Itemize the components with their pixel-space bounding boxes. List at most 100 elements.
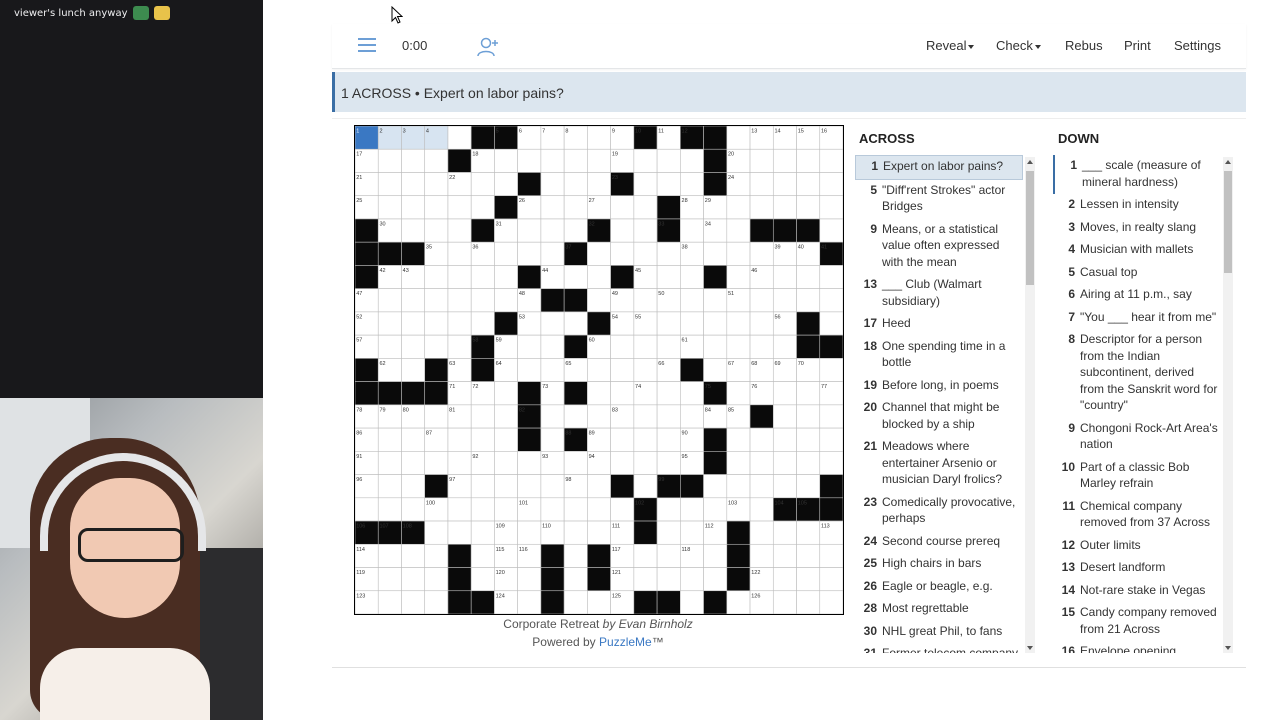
grid-cell[interactable] — [494, 148, 518, 173]
grid-cell[interactable] — [470, 474, 495, 499]
grid-cell[interactable] — [633, 148, 658, 173]
grid-cell[interactable] — [819, 172, 843, 197]
down-clue-12[interactable]: 12 Outer limits — [1053, 535, 1219, 558]
grid-cell[interactable] — [610, 195, 635, 220]
grid-cell[interactable] — [656, 567, 681, 592]
grid-cell[interactable] — [377, 311, 402, 336]
grid-cell[interactable] — [563, 451, 588, 475]
grid-cell[interactable] — [749, 288, 774, 313]
grid-cell[interactable] — [540, 195, 565, 220]
grid-cell[interactable] — [726, 195, 751, 220]
grid-cell[interactable] — [703, 543, 728, 568]
across-clue-31[interactable]: 31 Former telecom company — [855, 643, 1023, 653]
grid-cell[interactable] — [377, 474, 402, 499]
grid-cell[interactable] — [819, 358, 843, 382]
across-clue-9[interactable]: 9 Means, or a statistical value often exp… — [855, 219, 1023, 275]
grid-cell[interactable] — [680, 148, 704, 173]
grid-cell[interactable] — [517, 451, 542, 475]
grid-cell[interactable] — [563, 148, 588, 173]
grid-cell[interactable] — [401, 590, 426, 614]
grid-cell[interactable] — [540, 311, 565, 336]
grid-cell[interactable] — [703, 241, 728, 266]
down-clue-6[interactable]: 6 Airing at 11 p.m., say — [1053, 284, 1219, 307]
grid-cell[interactable] — [772, 334, 797, 359]
grid-cell[interactable] — [377, 543, 402, 568]
grid-cell[interactable] — [772, 474, 797, 499]
grid-cell[interactable] — [656, 311, 681, 336]
grid-cell[interactable] — [610, 358, 635, 382]
across-clue-17[interactable]: 17 Heed — [855, 313, 1023, 336]
grid-cell[interactable] — [680, 288, 704, 313]
grid-cell[interactable] — [494, 172, 518, 197]
down-clue-8[interactable]: 8 Descriptor for a person from the Indian… — [1053, 329, 1219, 418]
grid-cell[interactable] — [819, 195, 843, 220]
grid-cell[interactable] — [494, 381, 518, 406]
grid-cell[interactable] — [587, 148, 611, 173]
grid-cell[interactable] — [772, 404, 797, 429]
grid-cell[interactable] — [703, 288, 728, 313]
across-clue-5[interactable]: 5 "Diff'rent Strokes" actor Bridges — [855, 180, 1023, 219]
check-menu-button[interactable]: Check — [996, 38, 1041, 53]
crossword-grid[interactable]: 1 2 3 4 5 6 7 8 9 10 11 12 13 14 15 16 17 18 19 20 21 22 23 24 2… — [354, 125, 844, 615]
across-clue-20[interactable]: 20 Channel that might be blocked by a shi… — [855, 397, 1023, 436]
grid-cell[interactable] — [749, 311, 774, 336]
grid-cell[interactable] — [796, 148, 821, 173]
grid-cell[interactable] — [470, 172, 495, 197]
crossword-grid-svg[interactable]: 1 2 3 4 5 6 7 8 9 10 11 12 13 14 15 1617 18 19 2021 22 23 242… — [355, 126, 843, 614]
down-clue-list[interactable]: 1 ___ scale (measure of mineral hardness)… — [1053, 155, 1219, 653]
grid-cell[interactable] — [772, 590, 797, 614]
grid-cell[interactable] — [656, 497, 681, 522]
settings-button[interactable]: Settings — [1174, 38, 1221, 53]
across-clue-19[interactable]: 19 Before long, in poems — [855, 375, 1023, 398]
grid-cell[interactable] — [819, 567, 843, 592]
grid-cell[interactable] — [703, 474, 728, 499]
scroll-up-icon[interactable] — [1027, 160, 1033, 164]
grid-cell[interactable] — [633, 195, 658, 220]
grid-cell[interactable] — [424, 567, 449, 592]
grid-cell[interactable] — [726, 474, 751, 499]
grid-cell[interactable] — [796, 381, 821, 406]
grid-cell[interactable] — [680, 381, 704, 406]
down-clue-2[interactable]: 2 Lessen in intensity — [1053, 194, 1219, 217]
grid-cell[interactable] — [772, 172, 797, 197]
down-scroll-thumb[interactable] — [1224, 171, 1232, 273]
grid-cell[interactable] — [377, 497, 402, 522]
grid-cell[interactable] — [401, 195, 426, 220]
grid-cell[interactable] — [447, 126, 472, 150]
grid-cell[interactable] — [587, 172, 611, 197]
grid-cell[interactable] — [470, 427, 495, 452]
grid-cell[interactable] — [401, 334, 426, 359]
grid-cell[interactable] — [377, 288, 402, 313]
grid-cell[interactable] — [563, 497, 588, 522]
grid-cell[interactable] — [796, 451, 821, 475]
grid-cell[interactable] — [401, 427, 426, 452]
grid-cell[interactable] — [680, 265, 704, 289]
grid-cell[interactable] — [377, 172, 402, 197]
grid-cell[interactable] — [726, 334, 751, 359]
grid-cell[interactable] — [680, 520, 704, 545]
across-clue-23[interactable]: 23 Comedically provocative, perhaps — [855, 492, 1023, 531]
grid-cell[interactable] — [772, 427, 797, 452]
grid-cell[interactable] — [424, 172, 449, 197]
grid-cell[interactable] — [819, 148, 843, 173]
grid-cell[interactable] — [703, 567, 728, 592]
grid-cell[interactable] — [424, 148, 449, 173]
grid-cell[interactable] — [494, 451, 518, 475]
grid-cell[interactable] — [587, 381, 611, 406]
grid-cell[interactable] — [517, 520, 542, 545]
grid-cell[interactable] — [610, 451, 635, 475]
grid-cell[interactable] — [772, 520, 797, 545]
grid-cell[interactable] — [656, 334, 681, 359]
grid-cell[interactable] — [726, 311, 751, 336]
grid-cell[interactable] — [470, 404, 495, 429]
grid-cell[interactable] — [517, 474, 542, 499]
grid-cell[interactable] — [447, 195, 472, 220]
grid-cell[interactable] — [633, 427, 658, 452]
grid-cell[interactable] — [633, 543, 658, 568]
grid-cell[interactable] — [656, 451, 681, 475]
grid-cell[interactable] — [563, 172, 588, 197]
grid-cell[interactable] — [401, 148, 426, 173]
grid-cell[interactable] — [494, 241, 518, 266]
grid-cell[interactable] — [726, 265, 751, 289]
grid-cell[interactable] — [447, 520, 472, 545]
